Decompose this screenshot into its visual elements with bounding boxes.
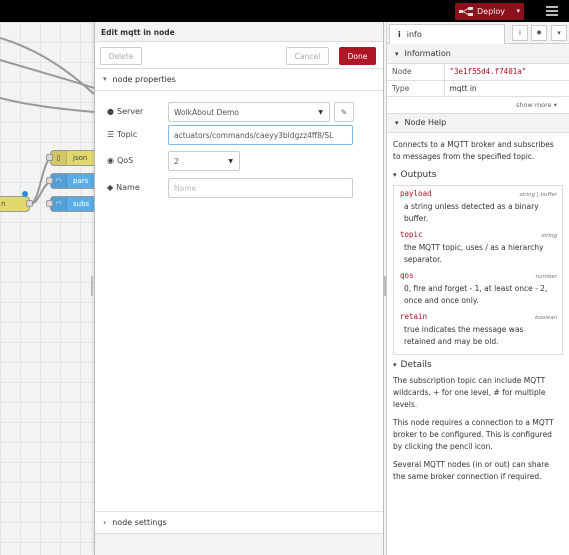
file-icon: ▯	[51, 151, 67, 165]
chevron-down-icon: ▾	[395, 49, 399, 58]
chevron-down-icon: ▾	[393, 360, 397, 369]
deploy-icon	[455, 3, 477, 20]
wifi-icon: ◠	[51, 197, 67, 211]
table-row: Type mqtt in	[387, 80, 569, 97]
list-item: qos number 0, fire and forget - 1, at lea…	[400, 270, 557, 305]
info-icon: i	[519, 29, 521, 37]
debug-tab-button[interactable]: ✹	[531, 25, 547, 41]
info-table: Node "3e1f55d4.f7401a" Type mqtt in	[387, 64, 569, 97]
list-item: payload string | buffer a string unless d…	[400, 188, 557, 223]
input-port[interactable]	[46, 154, 53, 161]
input-port[interactable]	[46, 177, 53, 184]
info-tab-button[interactable]: i	[512, 25, 528, 41]
tray-title: Edit mqtt in node	[95, 22, 383, 42]
node-properties-section[interactable]: ▾ node properties	[95, 69, 383, 91]
caret-down-icon[interactable]: ▾	[516, 7, 520, 15]
tab-menu-button[interactable]: ▾	[551, 25, 567, 41]
table-row: Node "3e1f55d4.f7401a"	[387, 64, 569, 81]
input-port[interactable]	[46, 200, 53, 207]
outputs-heading: ▾ Outputs	[393, 169, 437, 180]
caret-down-icon: ▾	[557, 29, 561, 37]
tray-toolbar: Delete Cancel Done	[95, 42, 383, 69]
tasks-icon: ☰	[107, 130, 115, 139]
deploy-label: Deploy	[477, 7, 506, 16]
wifi-icon: ◠	[51, 174, 67, 188]
done-button[interactable]: Done	[339, 47, 376, 65]
name-row: ◆ Name	[107, 183, 140, 192]
node-settings-section[interactable]: › node settings	[95, 511, 383, 533]
tag-icon: ◆	[107, 183, 114, 192]
node-type-value: mqtt in	[444, 80, 569, 97]
caret-down-icon: ▾	[553, 100, 557, 109]
deploy-button[interactable]: Deploy ▾	[455, 3, 524, 20]
qos-icon: ◉	[107, 156, 114, 165]
sidebar-tabbar: i info i ✹ ▾	[387, 22, 569, 44]
function-node[interactable]: ▯ json	[50, 150, 94, 166]
pencil-icon: ✎	[340, 107, 348, 117]
help-content: Connects to a MQTT broker and subscribes…	[387, 133, 569, 483]
tab-info[interactable]: i info	[389, 24, 505, 44]
menu-icon[interactable]	[546, 6, 558, 16]
info-icon: i	[398, 30, 401, 39]
details-heading: ▾ Details	[393, 359, 432, 370]
caret-down-icon: ▼	[318, 108, 323, 116]
output-port[interactable]	[26, 200, 33, 207]
mqtt-node[interactable]: ◠ subs	[50, 196, 94, 212]
flow-workspace[interactable]: ▯ json ◠ pars ◠ subs n	[0, 22, 94, 555]
information-section[interactable]: ▾ Information	[387, 44, 569, 64]
show-more-link[interactable]: show more ▾	[387, 97, 569, 113]
header-bar: Deploy ▾	[0, 0, 569, 22]
bug-icon: ✹	[536, 29, 542, 37]
caret-down-icon: ▼	[228, 157, 233, 165]
delete-button[interactable]: Delete	[100, 47, 142, 65]
changed-indicator	[22, 191, 28, 197]
server-row: ● Server	[107, 107, 144, 116]
resize-handle[interactable]	[91, 276, 93, 296]
globe-icon: ●	[107, 107, 114, 116]
tray-footer	[95, 533, 383, 555]
qos-select[interactable]: 2 ▼	[168, 151, 240, 171]
qos-row: ◉ QoS	[107, 156, 134, 165]
edit-server-button[interactable]: ✎	[334, 102, 354, 122]
list-item: topic string the MQTT topic, uses / as a …	[400, 229, 557, 264]
topic-input[interactable]: actuators/commands/caeyy3bldgzz4ff8/SL	[168, 125, 353, 145]
edit-tray: Edit mqtt in node Delete Cancel Done ▾ n…	[94, 22, 384, 555]
node-id-value: "3e1f55d4.f7401a"	[444, 64, 569, 81]
mqtt-node[interactable]: ◠ pars	[50, 173, 94, 189]
chevron-right-icon: ›	[103, 518, 107, 527]
chevron-down-icon: ▾	[103, 75, 107, 83]
cancel-button[interactable]: Cancel	[286, 47, 329, 65]
name-input[interactable]: Name	[168, 178, 353, 198]
chevron-down-icon: ▾	[393, 170, 397, 179]
outputs-list: payload string | buffer a string unless d…	[393, 184, 563, 355]
info-sidebar: i info i ✹ ▾ ▾ Information Node "3e1f55d…	[386, 22, 569, 555]
node-help-section[interactable]: ▾ Node Help	[387, 112, 569, 133]
server-select[interactable]: WolkAbout Demo ▼	[168, 102, 330, 122]
wires	[0, 37, 94, 205]
topic-row: ☰ Topic	[107, 130, 138, 139]
list-item: retain boolean true indicates the message…	[400, 311, 557, 346]
chevron-down-icon: ▾	[395, 118, 399, 127]
